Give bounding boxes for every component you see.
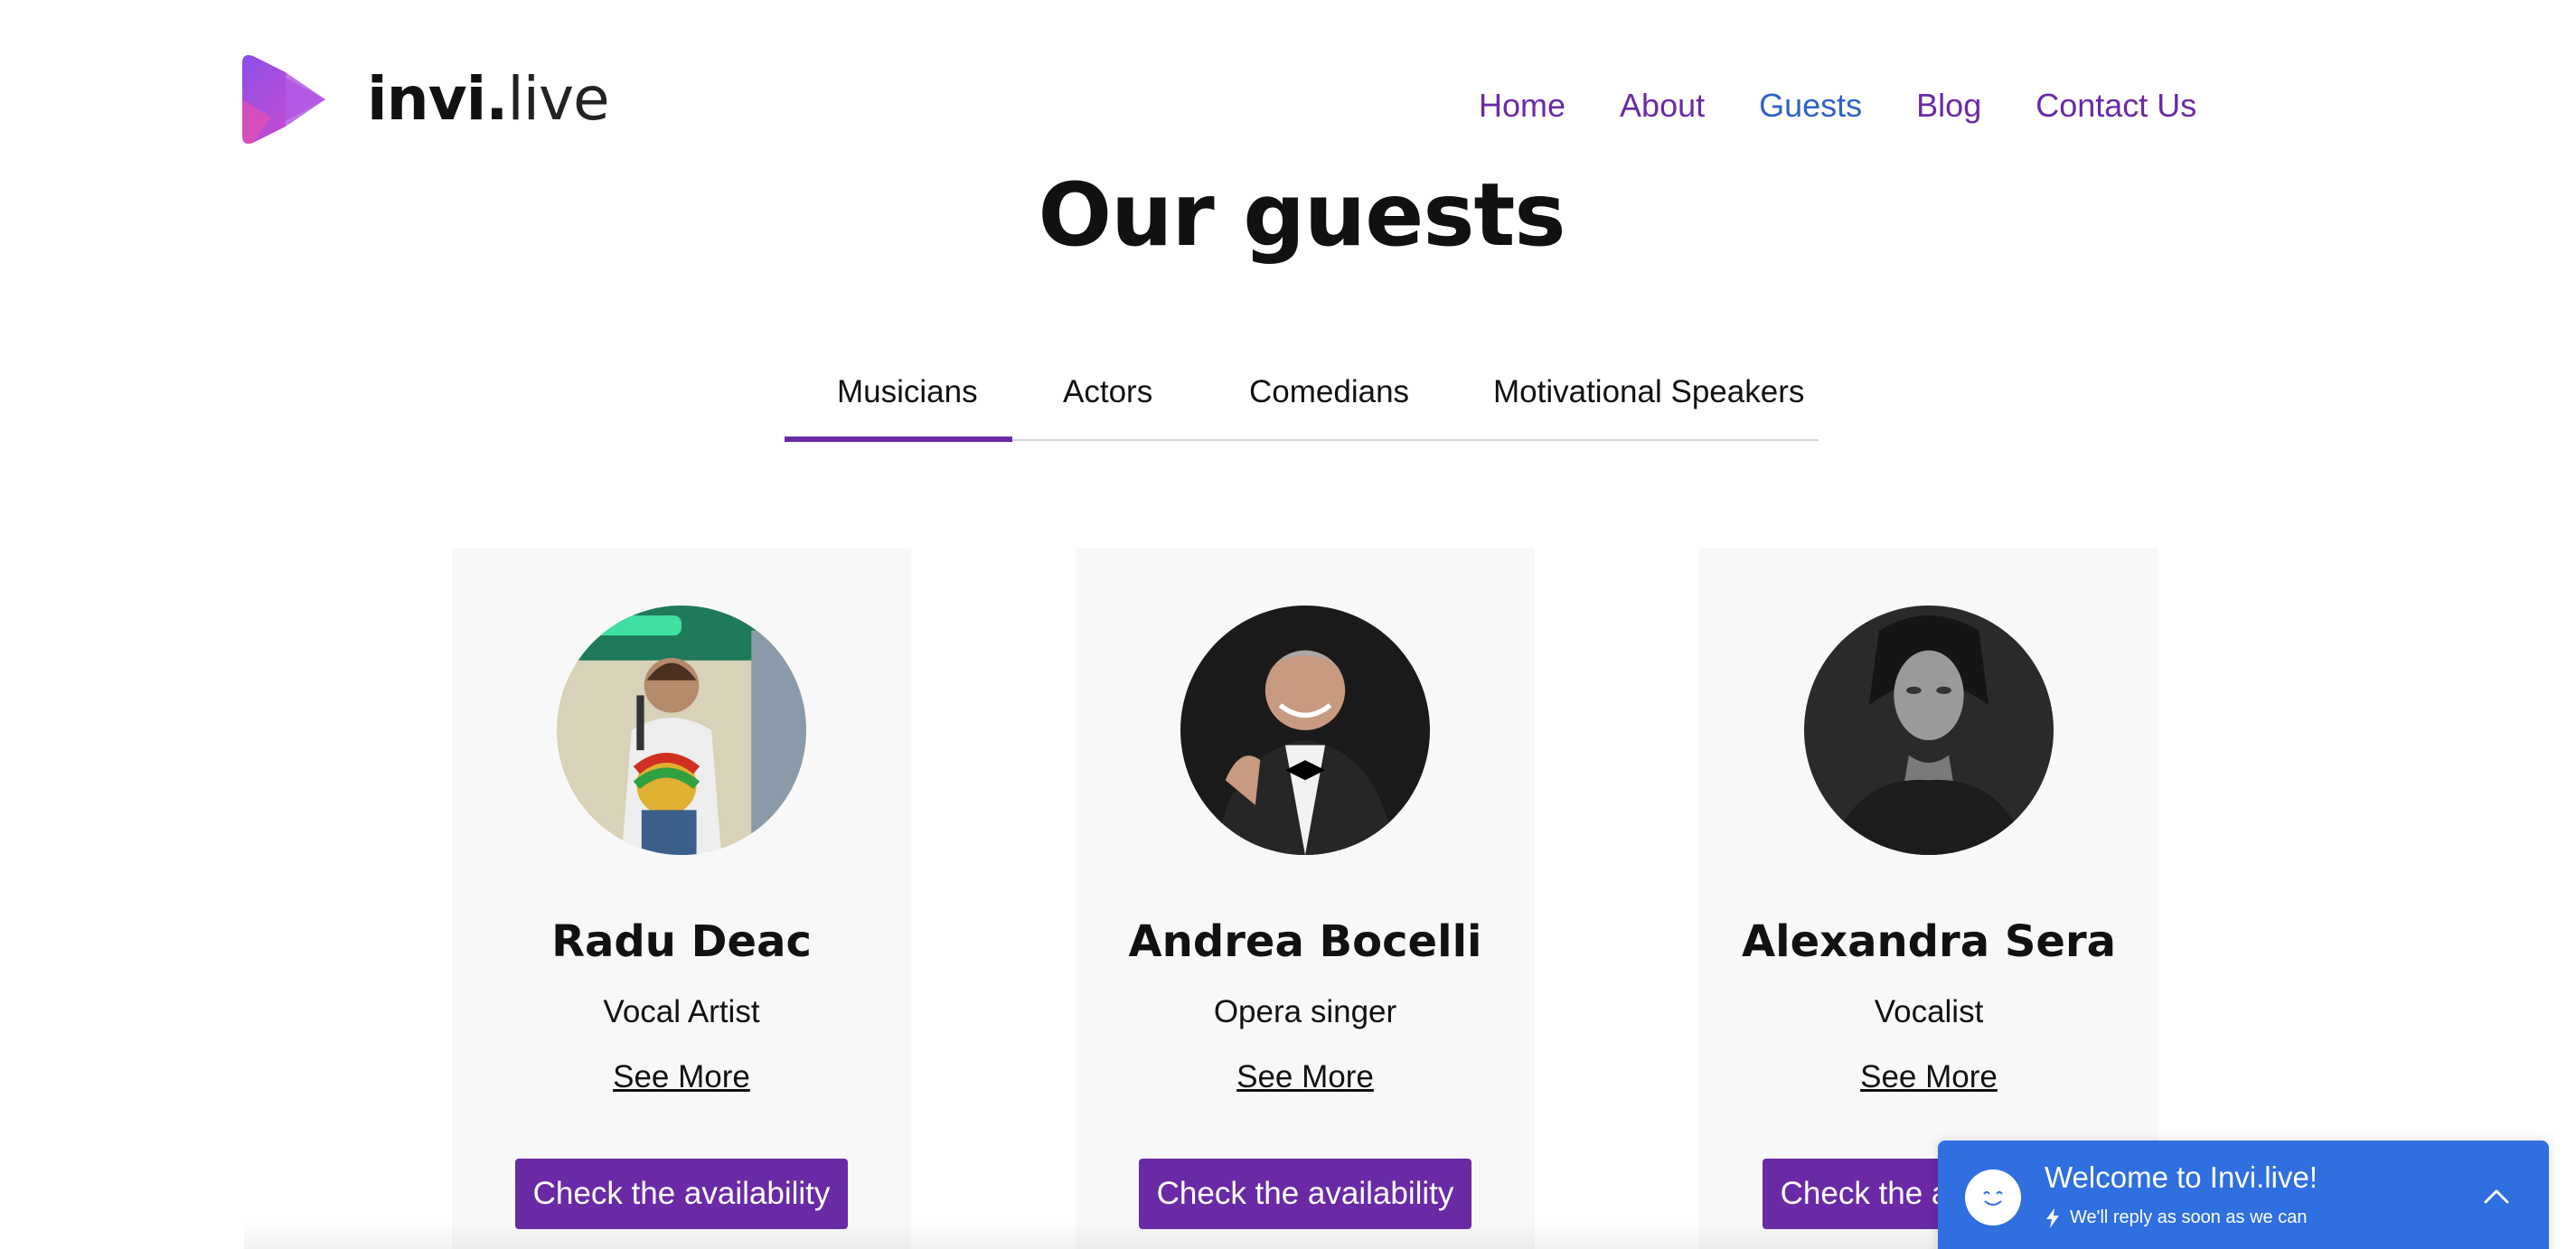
smiley-icon — [1965, 1169, 2021, 1226]
see-more-link[interactable]: See More — [1076, 1059, 1535, 1095]
tab-comedians[interactable]: Comedians — [1249, 374, 1409, 410]
page-title: Our guests — [1038, 164, 1565, 266]
chat-widget[interactable]: Welcome to Invi.live! We'll reply as soo… — [1938, 1141, 2549, 1249]
chat-subtitle: We'll reply as soon as we can — [2070, 1207, 2308, 1227]
active-tab-indicator — [785, 437, 1012, 442]
tab-actors[interactable]: Actors — [1063, 374, 1152, 410]
nav-about-link[interactable]: About — [1620, 87, 1705, 125]
guest-photo — [1180, 606, 1430, 855]
nav-blog-link[interactable]: Blog — [1916, 87, 1981, 125]
site-logo[interactable]: invi.live — [235, 51, 610, 148]
tab-musicians[interactable]: Musicians — [837, 374, 978, 410]
check-availability-button[interactable]: Check the availability — [515, 1159, 848, 1229]
nav-guests-link[interactable]: Guests — [1759, 87, 1862, 125]
tab-motivational-speakers[interactable]: Motivational Speakers — [1493, 374, 1804, 410]
main-nav: Home About Guests Blog Contact Us — [1479, 87, 2196, 125]
guest-name: Andrea Bocelli — [1128, 916, 1482, 967]
nav-contact-link[interactable]: Contact Us — [2035, 87, 2196, 125]
guest-name: Radu Deac — [551, 916, 812, 967]
guest-role: Opera singer — [1213, 994, 1397, 1029]
chevron-up-icon[interactable] — [2478, 1179, 2515, 1215]
guest-card: Andrea Bocelli Opera singer See More Che… — [1076, 548, 1535, 1249]
check-availability-button[interactable]: Check the availability — [1139, 1159, 1471, 1229]
nav-home-link[interactable]: Home — [1479, 87, 1565, 125]
guest-role: Vocal Artist — [603, 994, 760, 1029]
category-tabs: Musicians Actors Comedians Motivational … — [785, 356, 1819, 442]
guest-card: Radu Deac Vocal Artist See More Check th… — [452, 548, 911, 1249]
guest-name: Alexandra Sera — [1742, 916, 2116, 967]
guest-role: Vocalist — [1874, 994, 1984, 1029]
chat-title: Welcome to Invi.live! — [2045, 1160, 2317, 1194]
page-fold-shadow — [244, 1222, 1938, 1249]
guest-photo — [557, 606, 806, 855]
see-more-link[interactable]: See More — [452, 1059, 911, 1095]
chat-subtitle-row: We'll reply as soon as we can — [2045, 1207, 2307, 1228]
logo-wordmark: invi.live — [367, 64, 610, 134]
lightning-icon — [2046, 1207, 2059, 1228]
see-more-link[interactable]: See More — [1699, 1059, 2158, 1095]
guest-photo — [1804, 606, 2054, 855]
play-triangle-logo-icon — [242, 55, 325, 144]
